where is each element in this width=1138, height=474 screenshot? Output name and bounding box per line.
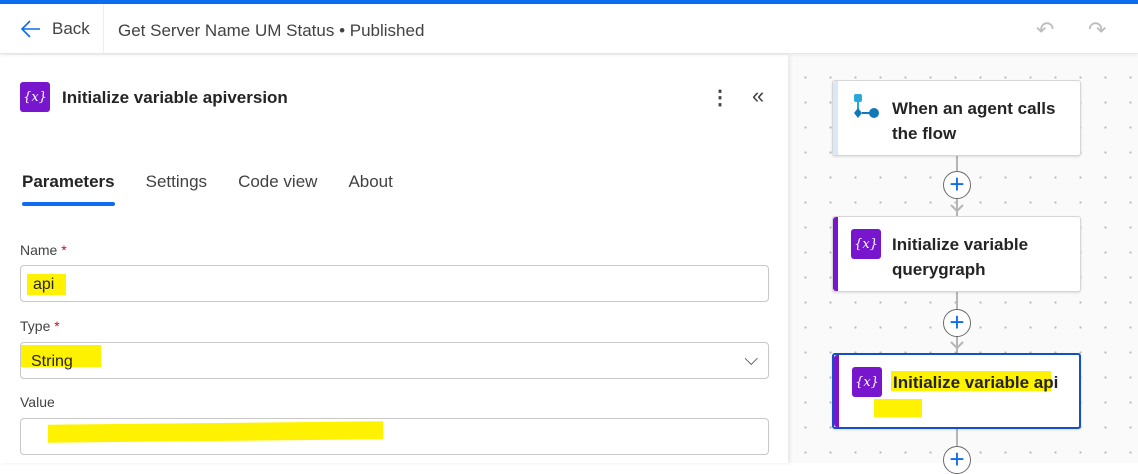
type-label-text: Type xyxy=(20,318,51,334)
variable-icon: {x} xyxy=(20,82,50,112)
flow-card-variable[interactable]: {x} Initialize variable querygraph xyxy=(832,216,1081,292)
divider xyxy=(103,4,104,54)
tab-settings[interactable]: Settings xyxy=(146,172,207,192)
card-title: Initialize variable api xyxy=(893,373,1059,392)
redo-icon[interactable]: ↷ xyxy=(1088,17,1106,43)
name-field[interactable]: api xyxy=(20,265,769,302)
flow-title: Get Server Name UM Status • Published xyxy=(118,21,425,40)
tab-list: Parameters Settings Code view About xyxy=(22,172,393,206)
back-button[interactable]: Back xyxy=(20,18,90,40)
header: Back Get Server Name UM Status • Publish… xyxy=(0,4,1138,54)
variable-icon: {x} xyxy=(852,367,882,397)
arrow-down-icon xyxy=(950,341,964,350)
highlight-mark xyxy=(874,399,922,417)
value-label: Value xyxy=(20,394,55,410)
card-accent xyxy=(834,355,839,427)
card-title: When an agent calls the flow xyxy=(892,99,1056,143)
arrow-left-icon xyxy=(20,20,40,38)
required-marker: * xyxy=(54,318,60,334)
card-title: Initialize variable querygraph xyxy=(892,235,1029,279)
card-accent xyxy=(833,217,838,291)
back-label: Back xyxy=(52,19,90,38)
agent-trigger-icon xyxy=(854,94,879,118)
type-value: String xyxy=(21,345,101,370)
arrow-down-icon xyxy=(950,204,964,213)
panel-title: Initialize variable apiversion xyxy=(62,88,288,107)
type-label: Type * xyxy=(20,318,60,334)
variable-icon: {x} xyxy=(851,229,881,259)
tab-parameters[interactable]: Parameters xyxy=(22,172,115,206)
flow-card-variable-selected[interactable]: {x} Initialize variable api xyxy=(832,353,1081,429)
collapse-panel-icon[interactable]: « xyxy=(752,83,764,109)
undo-icon[interactable]: ↶ xyxy=(1036,17,1054,43)
more-options-icon[interactable]: ⋮ xyxy=(710,85,730,110)
required-marker: * xyxy=(61,242,67,258)
flow-card-trigger[interactable]: When an agent calls the flow xyxy=(832,80,1081,156)
tab-about[interactable]: About xyxy=(348,172,392,192)
card-accent xyxy=(833,81,838,155)
name-label: Name * xyxy=(20,242,67,258)
action-details-panel: {x} Initialize variable apiversion ⋮ « P… xyxy=(0,55,788,463)
highlight-mark xyxy=(48,421,383,443)
chevron-down-icon: ⌵ xyxy=(744,349,758,369)
add-step-button[interactable]: + xyxy=(943,446,971,474)
tab-code-view[interactable]: Code view xyxy=(238,172,317,192)
add-step-button[interactable]: + xyxy=(943,171,971,199)
name-label-text: Name xyxy=(20,242,58,258)
name-value: api xyxy=(27,274,67,295)
type-dropdown[interactable]: String ⌵ xyxy=(20,342,769,379)
value-field[interactable] xyxy=(20,418,769,455)
value-label-text: Value xyxy=(20,394,55,410)
add-step-button[interactable]: + xyxy=(943,309,971,337)
